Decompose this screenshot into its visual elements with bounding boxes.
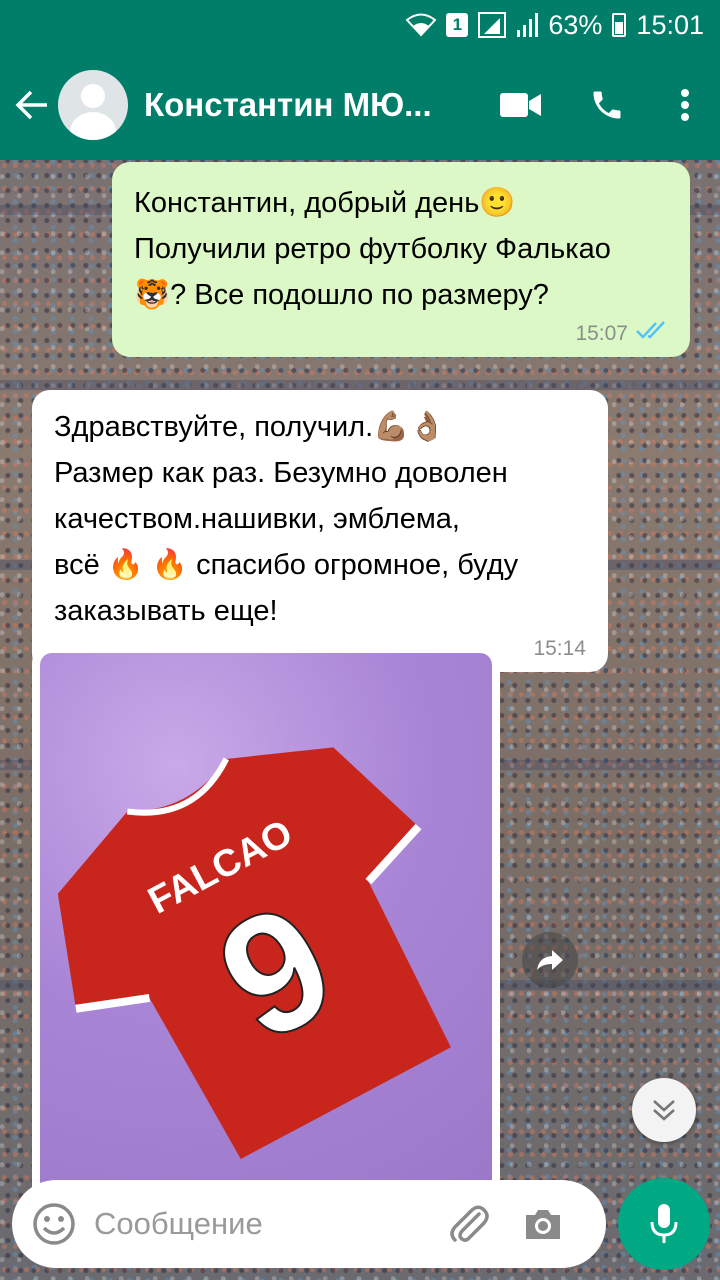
mic-icon (650, 1204, 678, 1243)
message-text: Константин, добрый день🙂 Получили ретро … (134, 187, 611, 311)
contact-name[interactable]: Константин МЮ... (144, 86, 449, 124)
chat-header: Константин МЮ... (0, 50, 720, 160)
camera-icon (526, 1210, 560, 1239)
attach-button[interactable] (434, 1180, 504, 1268)
avatar[interactable] (58, 70, 128, 140)
video-call-button[interactable] (478, 65, 564, 145)
message-time: 15:14 (533, 637, 586, 660)
scroll-to-bottom-button[interactable] (632, 1078, 696, 1142)
attach-icon (450, 1205, 489, 1242)
back-arrow-icon (15, 90, 47, 120)
emoji-icon (33, 1203, 75, 1245)
message-composer (12, 1180, 606, 1268)
status-time: 15:01 (636, 9, 704, 40)
message-text: Здравствуйте, получил.💪🏽👌🏽 Размер как ра… (54, 411, 519, 627)
shirt-photo[interactable]: FALCAO 9 (40, 653, 492, 1213)
voice-message-button[interactable] (618, 1178, 710, 1270)
video-call-icon (500, 93, 541, 117)
back-button[interactable] (2, 50, 62, 160)
message-input[interactable] (94, 1206, 434, 1242)
signal-icon (478, 12, 507, 38)
incoming-message[interactable]: Здравствуйте, получил.💪🏽👌🏽 Размер как ра… (32, 390, 608, 672)
read-ticks-icon (636, 320, 668, 347)
wifi-icon (406, 13, 437, 37)
emoji-button[interactable] (14, 1180, 94, 1268)
share-icon (537, 950, 563, 970)
phone-icon (593, 91, 621, 119)
more-vert-icon (681, 89, 689, 121)
chevron-double-down-icon (653, 1100, 675, 1121)
share-button[interactable] (522, 932, 578, 988)
battery-percent: 63% (548, 9, 603, 40)
battery-icon (612, 13, 627, 37)
message-time: 15:07 (575, 321, 628, 345)
outgoing-message[interactable]: Константин, добрый день🙂 Получили ретро … (112, 162, 690, 357)
camera-button[interactable] (504, 1180, 582, 1268)
voice-call-button[interactable] (564, 65, 650, 145)
sim-badge: 1 (446, 13, 469, 37)
status-bar: 1 63% 15:01 (0, 0, 720, 50)
image-message[interactable]: FALCAO 9 (32, 645, 500, 1213)
signal-icon (516, 12, 539, 38)
more-options-button[interactable] (650, 65, 720, 145)
